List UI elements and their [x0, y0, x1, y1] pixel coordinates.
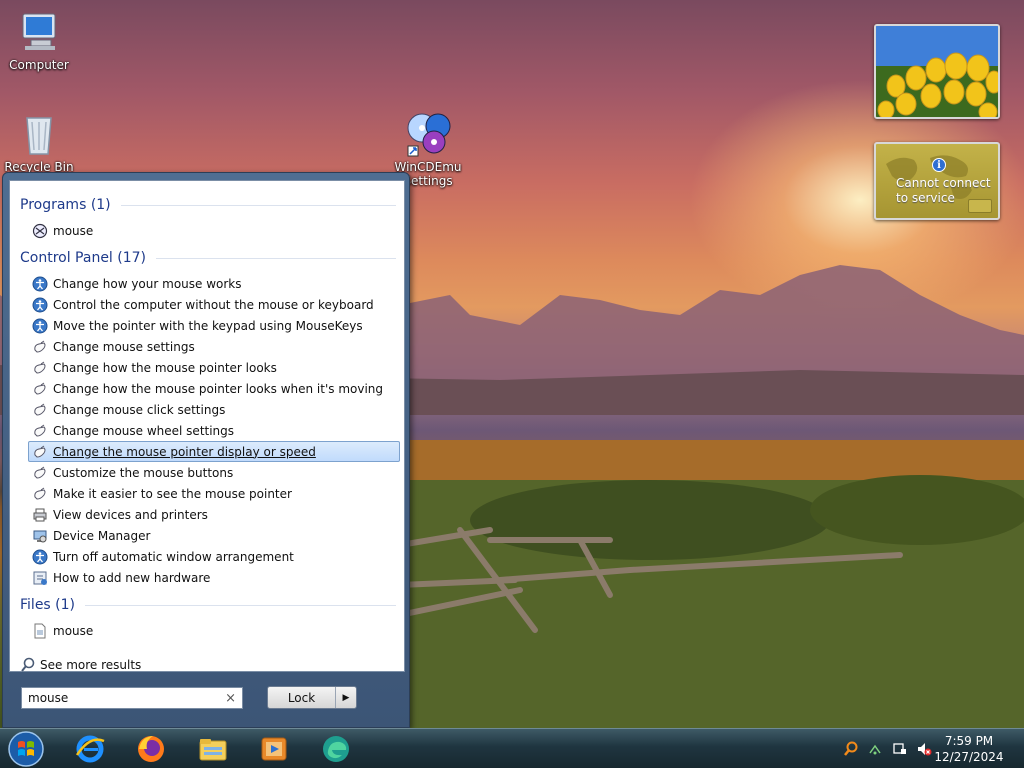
desktop-icon-label: Computer — [9, 58, 69, 72]
ease-of-access-icon — [32, 276, 48, 292]
search-input[interactable] — [28, 691, 226, 705]
edge-icon — [323, 736, 349, 762]
programs-header: Programs (1) — [20, 195, 396, 215]
mouse-icon — [32, 423, 48, 439]
ease-of-access-icon — [32, 297, 48, 313]
control-panel-result-label: How to add new hardware — [53, 570, 211, 585]
control-panel-result[interactable]: Control the computer without the mouse o… — [28, 294, 400, 315]
control-panel-result[interactable]: Move the pointer with the keypad using M… — [28, 315, 400, 336]
control-panel-result-label: Move the pointer with the keypad using M… — [53, 318, 363, 333]
start-button[interactable] — [3, 731, 49, 767]
wallpaper-field — [400, 440, 1024, 730]
taskbar-clock[interactable]: 7:59 PM 12/27/2024 — [934, 733, 1004, 765]
control-panel-result-label: Change how your mouse works — [53, 276, 242, 291]
desktop: Computer Recycle Bin WinCDEmu Settings i… — [0, 0, 1024, 768]
control-panel-result-label: Change the mouse pointer display or spee… — [53, 444, 316, 459]
clock-time: 7:59 PM — [944, 734, 994, 748]
control-panel-result-label: Device Manager — [53, 528, 151, 543]
hardware-icon — [32, 570, 48, 586]
clear-search-icon[interactable]: × — [225, 691, 236, 706]
desktop-icon-recycle-bin[interactable]: Recycle Bin — [3, 110, 75, 174]
control-panel-result-label: Make it easier to see the mouse pointer — [53, 486, 292, 501]
ease-of-access-icon — [32, 549, 48, 565]
program-result[interactable]: mouse — [28, 220, 400, 241]
control-panel-result-label: Customize the mouse buttons — [53, 465, 234, 480]
mouse-icon — [32, 402, 48, 418]
desktop-icon-computer[interactable]: Computer — [3, 8, 75, 72]
files-header: Files (1) — [20, 595, 396, 615]
file-icon — [32, 623, 48, 639]
device-manager-icon — [32, 528, 48, 544]
taskbar-internet-explorer[interactable] — [68, 731, 112, 767]
control-panel-result-label: View devices and printers — [53, 507, 208, 522]
taskbar-media-player[interactable] — [252, 731, 296, 767]
control-panel-result[interactable]: Change mouse settings — [28, 336, 400, 357]
control-panel-result[interactable]: View devices and printers — [28, 504, 400, 525]
internet-explorer-icon — [75, 735, 105, 763]
control-panel-result-label: Turn off automatic window arrangement — [53, 549, 294, 564]
firefox-icon — [138, 736, 164, 762]
start-search-box[interactable]: × — [21, 687, 243, 709]
mouse-icon — [32, 339, 48, 355]
power-options-arrow-icon[interactable]: ▶ — [336, 687, 356, 708]
mouse-icon — [32, 444, 48, 460]
lock-button[interactable]: Lock — [268, 687, 336, 708]
search-results-panel: Programs (1) mouse Control Panel (17) Ch… — [9, 180, 405, 672]
control-panel-result[interactable]: Turn off automatic window arrangement — [28, 546, 400, 567]
control-panel-result[interactable]: Change the mouse pointer display or spee… — [28, 441, 400, 462]
media-player-icon — [261, 737, 287, 761]
wincdemu-icon — [407, 113, 451, 157]
recycle-bin-icon — [26, 117, 52, 155]
control-panel-result[interactable]: Change mouse click settings — [28, 399, 400, 420]
control-panel-result[interactable]: Change mouse wheel settings — [28, 420, 400, 441]
control-panel-header: Control Panel (17) — [20, 248, 396, 268]
control-panel-result-label: Change mouse settings — [53, 339, 195, 354]
mouse-icon — [32, 381, 48, 397]
control-panel-result-label: Change mouse wheel settings — [53, 423, 235, 438]
control-panel-result-label: Change mouse click settings — [53, 402, 226, 417]
control-panel-result[interactable]: Customize the mouse buttons — [28, 462, 400, 483]
control-panel-result-label: Change how the mouse pointer looks — [53, 360, 277, 375]
slideshow-gadget[interactable] — [874, 24, 1000, 119]
clock-date: 12/27/2024 — [934, 750, 1004, 764]
search-icon — [21, 657, 35, 672]
file-explorer-icon — [199, 739, 227, 761]
control-panel-result[interactable]: Change how your mouse works — [28, 273, 400, 294]
volume-muted-tray-icon[interactable] — [916, 741, 932, 757]
taskbar-edge[interactable] — [314, 731, 358, 767]
printer-icon — [32, 507, 48, 523]
power-button-group: Lock ▶ — [267, 686, 357, 709]
taskbar-file-explorer[interactable] — [191, 731, 235, 767]
weather-gadget[interactable]: i Cannot connect to service — [874, 142, 1000, 220]
control-panel-result[interactable]: Make it easier to see the mouse pointer — [28, 483, 400, 504]
mouse-icon — [32, 465, 48, 481]
tulips-photo — [876, 26, 998, 117]
see-more-results-label: See more results — [40, 658, 142, 672]
control-panel-result-label: Control the computer without the mouse o… — [53, 297, 374, 312]
file-result-label: mouse — [53, 623, 94, 638]
start-menu: Programs (1) mouse Control Panel (17) Ch… — [2, 172, 410, 728]
see-more-results-link[interactable]: See more results — [20, 657, 141, 673]
control-panel-result-label: Change how the mouse pointer looks when … — [53, 381, 384, 396]
control-panel-result[interactable]: Change how the mouse pointer looks — [28, 357, 400, 378]
ease-of-access-icon — [32, 318, 48, 334]
computer-icon — [22, 13, 56, 50]
mouse-program-icon — [32, 223, 48, 239]
mouse-icon — [32, 360, 48, 376]
file-result[interactable]: mouse — [28, 620, 400, 641]
action-center-tray-icon[interactable] — [892, 741, 908, 757]
mouse-icon — [32, 486, 48, 502]
control-panel-result[interactable]: How to add new hardware — [28, 567, 400, 588]
start-orb-icon — [8, 731, 44, 767]
network-tray-icon[interactable] — [867, 741, 883, 757]
taskbar-firefox[interactable] — [129, 731, 173, 767]
control-panel-result[interactable]: Device Manager — [28, 525, 400, 546]
info-icon: i — [932, 158, 946, 172]
control-panel-result[interactable]: Change how the mouse pointer looks when … — [28, 378, 400, 399]
gadget-options-icon[interactable] — [968, 199, 992, 213]
program-result-label: mouse — [53, 223, 94, 238]
taskbar: 7:59 PM 12/27/2024 — [0, 728, 1024, 768]
search-tray-icon[interactable] — [843, 741, 859, 757]
